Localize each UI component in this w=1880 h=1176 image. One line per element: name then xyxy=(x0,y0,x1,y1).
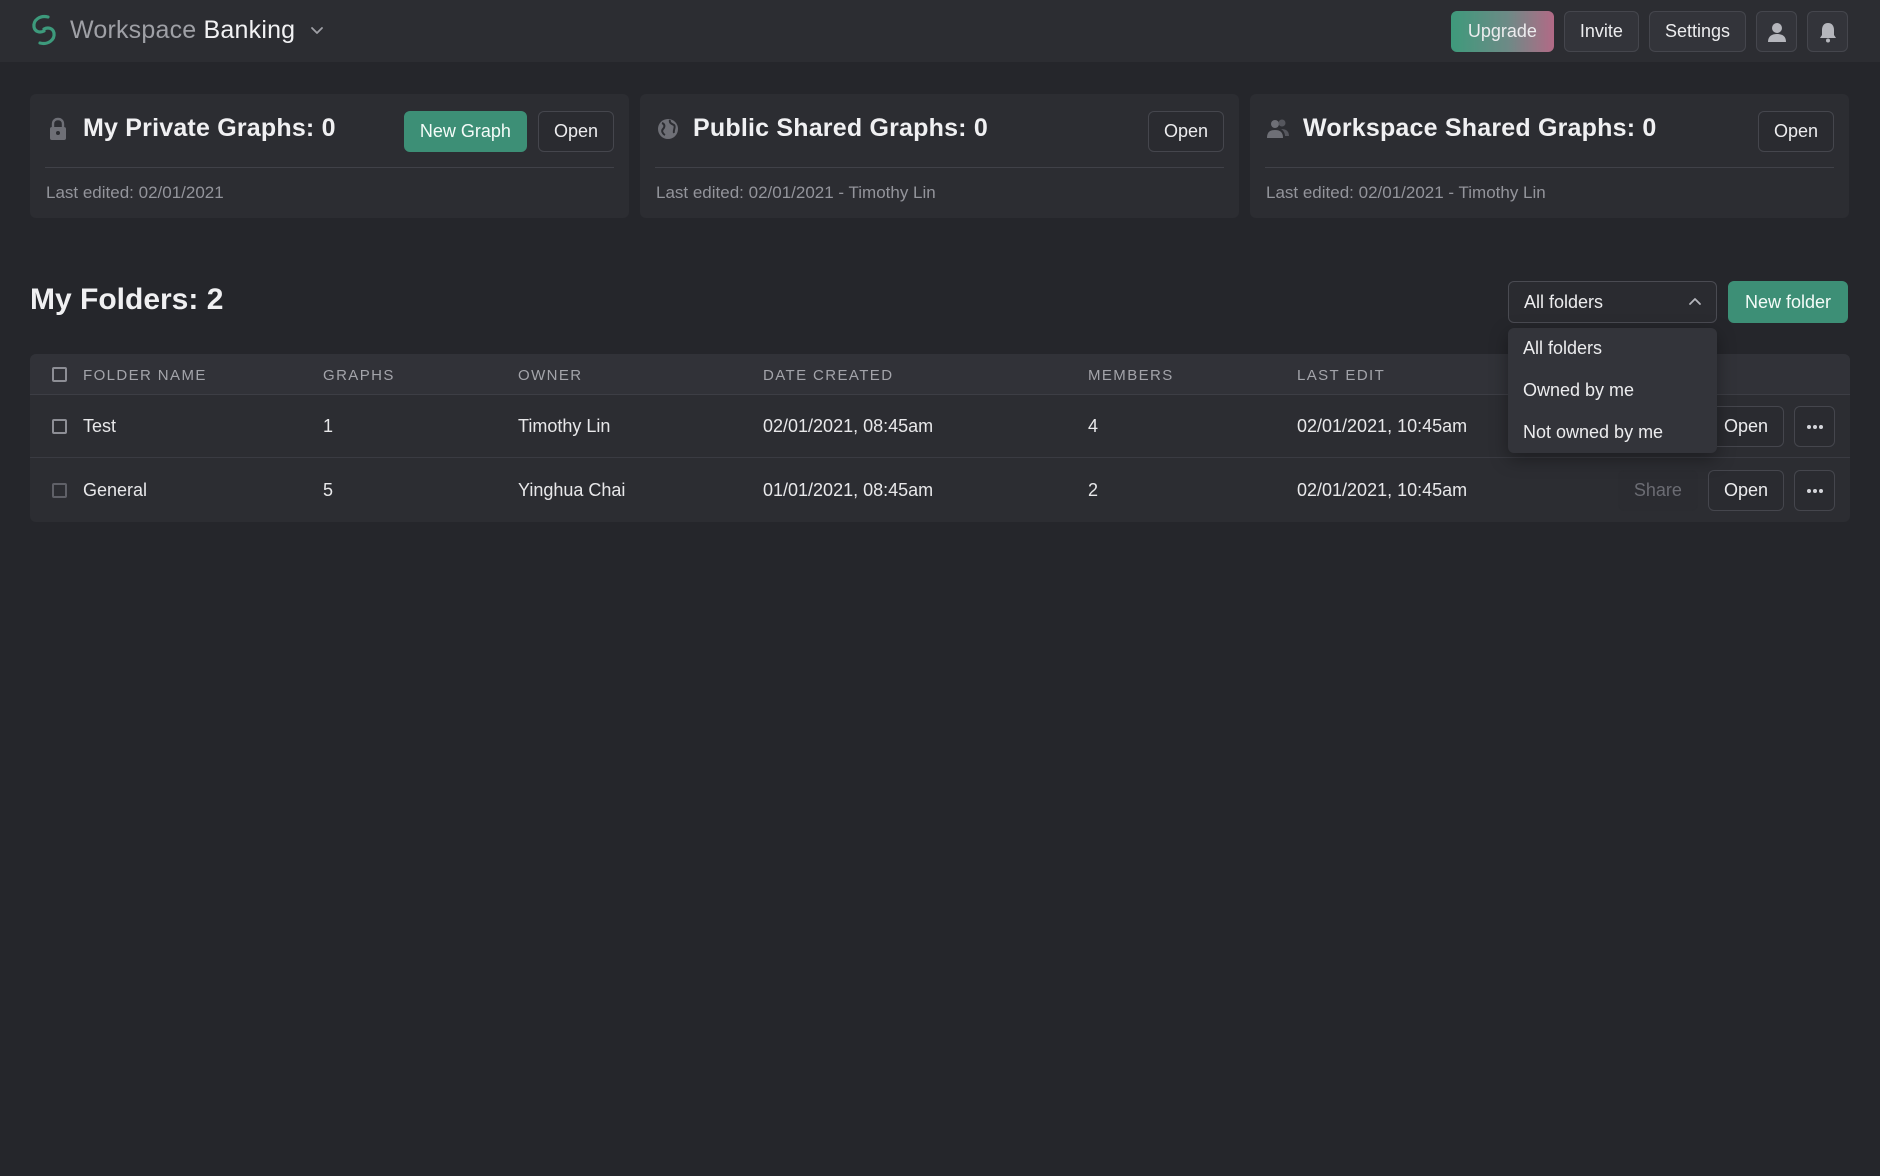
more-options-button[interactable] xyxy=(1794,406,1835,447)
folder-filter-select[interactable]: All folders xyxy=(1508,281,1717,323)
column-owner[interactable]: OWNER xyxy=(518,367,583,384)
divider xyxy=(1265,167,1834,168)
card-last-edited: Last edited: 02/01/2021 - Timothy Lin xyxy=(656,183,936,202)
globe-icon xyxy=(658,119,678,139)
chevron-up-icon xyxy=(1689,298,1701,305)
date-created: 02/01/2021, 08:45am xyxy=(763,416,934,436)
row-checkbox[interactable] xyxy=(52,419,67,434)
graphs-count: 5 xyxy=(323,480,334,500)
workspace-title: Banking xyxy=(203,15,296,44)
new-graph-button[interactable]: New Graph xyxy=(403,111,527,152)
more-horizontal-icon xyxy=(1806,424,1823,429)
lock-icon xyxy=(50,117,66,140)
card-title: Workspace Shared Graphs: 0 xyxy=(1303,114,1657,142)
open-workspace-graphs-button[interactable]: Open xyxy=(1757,111,1834,152)
folder-filter-value: All folders xyxy=(1524,291,1604,312)
card-actions: Open xyxy=(1147,111,1224,152)
workspace-name: Workspace Banking xyxy=(70,16,295,45)
public-graphs-card: Public Shared Graphs: 0 Open Last edited… xyxy=(640,94,1239,218)
card-actions: Open xyxy=(1757,111,1834,152)
bell-icon xyxy=(1819,22,1836,42)
date-created: 01/01/2021, 08:45am xyxy=(763,480,934,500)
notifications-button[interactable] xyxy=(1807,11,1848,52)
filter-option-not-owned-by-me[interactable]: Not owned by me xyxy=(1523,422,1663,443)
workspace-prefix: Workspace xyxy=(70,15,197,44)
members-count: 4 xyxy=(1088,416,1099,436)
last-edit: 02/01/2021, 10:45am xyxy=(1297,416,1468,436)
share-folder-button[interactable]: Share xyxy=(1617,470,1698,511)
upgrade-button[interactable]: Upgrade xyxy=(1450,11,1554,52)
filter-option-owned-by-me[interactable]: Owned by me xyxy=(1523,380,1634,401)
card-actions: New Graph Open xyxy=(403,111,614,152)
owner-name: Yinghua Chai xyxy=(518,480,626,500)
folder-name: Test xyxy=(83,416,117,436)
user-icon xyxy=(1767,22,1786,42)
column-date-created[interactable]: DATE CREATED xyxy=(763,367,893,384)
divider xyxy=(45,167,614,168)
workspace-switcher[interactable]: Workspace Banking xyxy=(28,13,325,47)
settings-button[interactable]: Settings xyxy=(1648,11,1746,52)
row-actions: Open xyxy=(1707,406,1835,447)
column-members[interactable]: MEMBERS xyxy=(1088,367,1174,384)
logo-icon xyxy=(32,14,56,46)
more-options-button[interactable] xyxy=(1794,470,1835,511)
more-horizontal-icon xyxy=(1806,488,1823,493)
open-folder-button[interactable]: Open xyxy=(1707,406,1784,447)
table-row[interactable]: General 5 Yinghua Chai 01/01/2021, 08:45… xyxy=(30,459,1850,522)
column-graphs[interactable]: GRAPHS xyxy=(323,367,395,384)
divider xyxy=(655,167,1224,168)
open-public-graphs-button[interactable]: Open xyxy=(1147,111,1224,152)
column-folder-name[interactable]: FOLDER NAME xyxy=(83,367,207,384)
profile-button[interactable] xyxy=(1756,11,1797,52)
row-checkbox[interactable] xyxy=(52,483,67,498)
folder-name: General xyxy=(83,480,148,500)
last-edit: 02/01/2021, 10:45am xyxy=(1297,480,1468,500)
invite-button[interactable]: Invite xyxy=(1563,11,1639,52)
private-graphs-card: My Private Graphs: 0 New Graph Open Last… xyxy=(30,94,629,218)
row-actions: Share Open xyxy=(1617,470,1835,511)
card-last-edited: Last edited: 02/01/2021 xyxy=(46,183,224,202)
top-bar: Workspace Banking Upgrade Invite Setting… xyxy=(0,0,1880,62)
new-folder-button[interactable]: New folder xyxy=(1728,281,1849,323)
open-folder-button[interactable]: Open xyxy=(1707,470,1784,511)
column-last-edit[interactable]: LAST EDIT xyxy=(1297,367,1385,384)
card-title: My Private Graphs: 0 xyxy=(83,114,336,142)
folders-title: My Folders: 2 xyxy=(30,283,224,316)
owner-name: Timothy Lin xyxy=(518,416,611,436)
users-icon xyxy=(1267,119,1289,138)
graphs-count: 1 xyxy=(323,416,334,436)
card-last-edited: Last edited: 02/01/2021 - Timothy Lin xyxy=(1266,183,1546,202)
filter-option-all-folders[interactable]: All folders xyxy=(1523,338,1602,359)
select-all-checkbox[interactable] xyxy=(52,367,67,382)
members-count: 2 xyxy=(1088,480,1099,500)
workspace-graphs-card: Workspace Shared Graphs: 0 Open Last edi… xyxy=(1250,94,1849,218)
card-title: Public Shared Graphs: 0 xyxy=(693,114,988,142)
chevron-down-icon xyxy=(311,27,324,34)
open-private-graphs-button[interactable]: Open xyxy=(537,111,614,152)
folder-filter-menu: All folders Owned by me Not owned by me xyxy=(1508,328,1717,453)
graph-summary-cards: My Private Graphs: 0 New Graph Open Last… xyxy=(30,94,1849,218)
top-actions: Upgrade Invite Settings xyxy=(1450,11,1848,52)
